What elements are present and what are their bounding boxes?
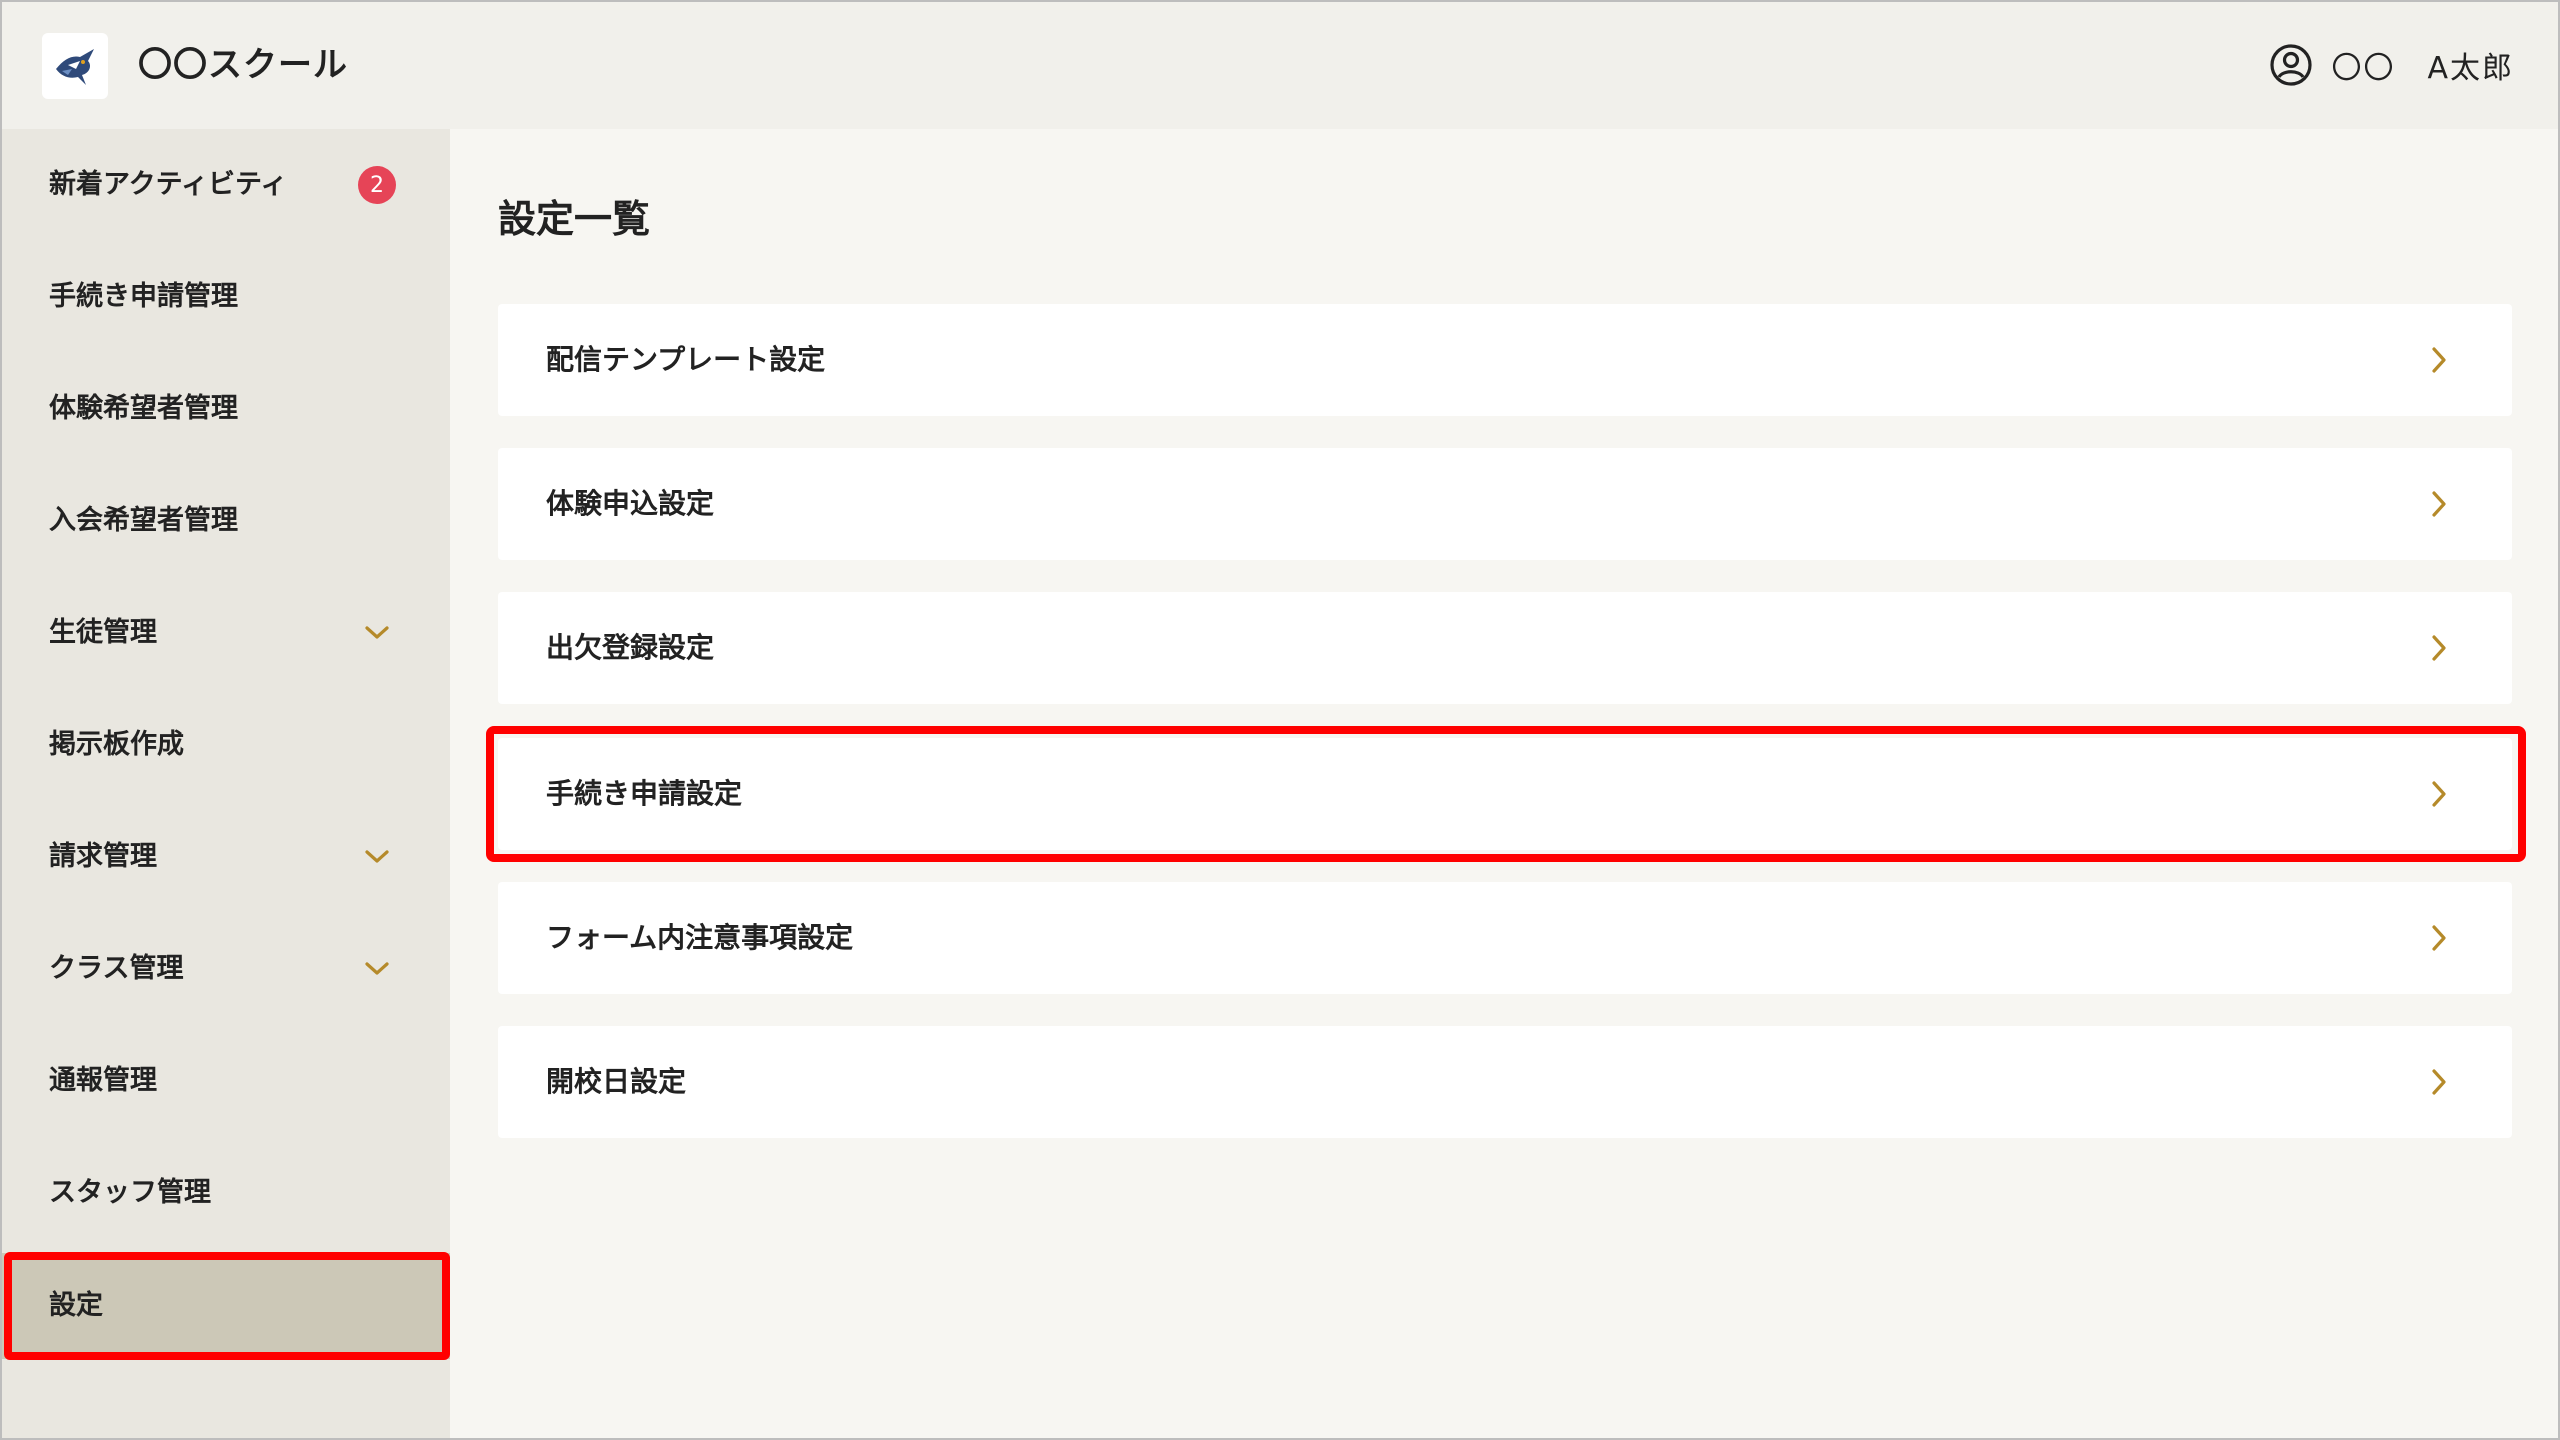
sidebar-item-label: 入会希望者管理 (49, 505, 238, 536)
settings-row-label: 配信テンプレート設定 (546, 343, 826, 376)
sidebar-item-billing[interactable]: 請求管理 (2, 801, 450, 913)
chevron-down-icon[interactable] (362, 842, 392, 872)
settings-row-delivery-template[interactable]: 配信テンプレート設定 (498, 304, 2512, 416)
chevron-right-icon (2424, 923, 2454, 953)
sidebar-item-reports[interactable]: 通報管理 (2, 1025, 450, 1137)
sidebar-item-label: クラス管理 (49, 953, 184, 984)
sidebar-item-label: 手続き申請管理 (49, 281, 238, 312)
sidebar-item-label: 新着アクティビティ (49, 169, 288, 200)
settings-row-school-days[interactable]: 開校日設定 (498, 1026, 2512, 1138)
settings-row-label: 出欠登録設定 (546, 631, 715, 664)
settings-row-trial-application[interactable]: 体験申込設定 (498, 448, 2512, 560)
chevron-right-icon (2424, 489, 2454, 519)
user-circle-icon (2269, 43, 2313, 87)
settings-row-attendance[interactable]: 出欠登録設定 (498, 592, 2512, 704)
chevron-right-icon (2424, 1067, 2454, 1097)
user-name: 〇〇 A太郎 (2331, 51, 2514, 86)
sidebar-item-bulletin-board[interactable]: 掲示板作成 (2, 689, 450, 801)
settings-row-label: 開校日設定 (546, 1065, 687, 1098)
sidebar-item-label: 通報管理 (49, 1065, 157, 1096)
chevron-right-icon (2424, 345, 2454, 375)
chevron-down-icon[interactable] (362, 618, 392, 648)
sidebar-item-label: 生徒管理 (49, 617, 157, 648)
settings-row-procedure-request[interactable]: 手続き申請設定 (498, 738, 2512, 850)
bird-logo-icon[interactable] (42, 33, 108, 99)
app-title: 〇〇スクール (138, 45, 348, 85)
page-title: 設定一覧 (498, 197, 651, 241)
sidebar-item-staff[interactable]: スタッフ管理 (2, 1137, 450, 1249)
sidebar-item-enrollment-applicants[interactable]: 入会希望者管理 (2, 465, 450, 577)
user-menu[interactable]: 〇〇 A太郎 (2269, 42, 2514, 88)
sidebar: 新着アクティビティ 2 手続き申請管理 体験希望者管理 入会希望者管理 生徒管理… (2, 129, 450, 1438)
chevron-right-icon (2424, 633, 2454, 663)
sidebar-item-procedure-requests[interactable]: 手続き申請管理 (2, 241, 450, 353)
settings-row-label: フォーム内注意事項設定 (546, 921, 854, 954)
sidebar-item-settings[interactable]: 設定 (2, 1253, 450, 1359)
app-window: 〇〇スクール 〇〇 A太郎 新着アクティビティ 2 手続き申請管理 体験希望者管… (0, 0, 2560, 1440)
sidebar-item-label: 掲示板作成 (49, 729, 184, 760)
settings-row-label: 体験申込設定 (546, 487, 715, 520)
settings-row-label: 手続き申請設定 (546, 777, 743, 810)
sidebar-item-label: 体験希望者管理 (49, 393, 238, 424)
sidebar-item-label: 設定 (49, 1290, 103, 1321)
sidebar-item-classes[interactable]: クラス管理 (2, 913, 450, 1025)
top-header: 〇〇スクール 〇〇 A太郎 (2, 2, 2558, 129)
sidebar-item-new-activity[interactable]: 新着アクティビティ 2 (2, 129, 450, 241)
sidebar-item-label: スタッフ管理 (49, 1177, 211, 1208)
chevron-right-icon (2424, 779, 2454, 809)
sidebar-item-label: 請求管理 (49, 841, 157, 872)
chevron-down-icon[interactable] (362, 954, 392, 984)
notification-badge: 2 (358, 166, 396, 204)
sidebar-item-trial-applicants[interactable]: 体験希望者管理 (2, 353, 450, 465)
sidebar-item-students[interactable]: 生徒管理 (2, 577, 450, 689)
settings-row-form-notes[interactable]: フォーム内注意事項設定 (498, 882, 2512, 994)
